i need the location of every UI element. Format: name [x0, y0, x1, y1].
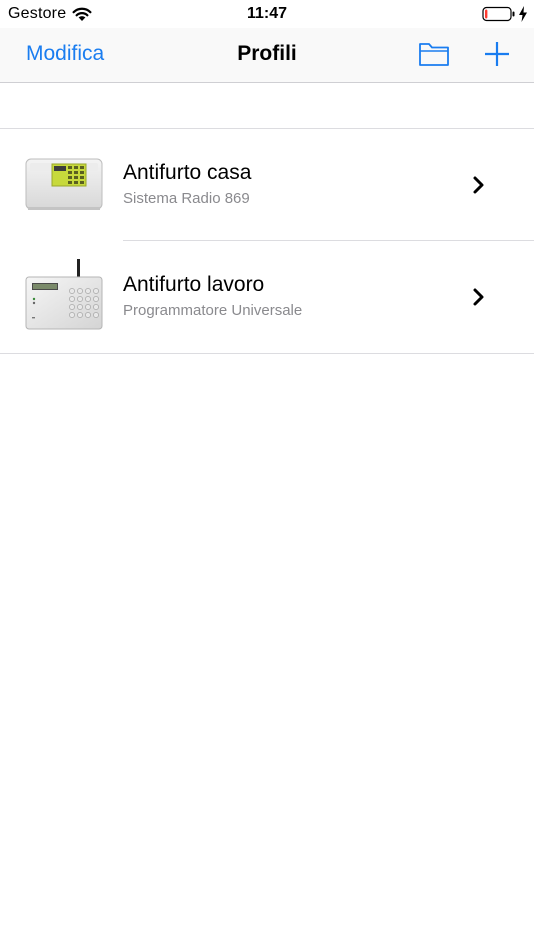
- section-header: [0, 83, 534, 129]
- profile-title: Antifurto casa: [123, 161, 252, 184]
- profile-subtitle: Sistema Radio 869: [123, 190, 250, 207]
- clock: 11:47: [246, 5, 288, 22]
- profile-subtitle: Programmatore Universale: [123, 302, 303, 319]
- battery-icon: [482, 6, 515, 22]
- list-item[interactable]: Antifurto casa Sistema Radio 869: [0, 129, 534, 241]
- navigation-bar: Modifica Profili: [0, 28, 534, 83]
- folder-icon[interactable]: [418, 40, 450, 68]
- plus-icon[interactable]: [484, 41, 510, 67]
- list-item[interactable]: Antifurto lavoro Programmatore Universal…: [0, 241, 534, 354]
- radio-alarm-panel-image: [25, 158, 103, 210]
- profile-title: Antifurto lavoro: [123, 273, 265, 296]
- chevron-right-icon: [473, 288, 484, 306]
- chevron-right-icon: [473, 176, 484, 194]
- edit-button[interactable]: Modifica: [26, 42, 104, 66]
- charging-bolt-icon: [519, 6, 527, 22]
- status-bar: Gestore 11:47: [0, 0, 534, 28]
- keypad-alarm-panel-image: [25, 259, 103, 330]
- profile-list: Antifurto casa Sistema Radio 869 Antifur…: [0, 129, 534, 354]
